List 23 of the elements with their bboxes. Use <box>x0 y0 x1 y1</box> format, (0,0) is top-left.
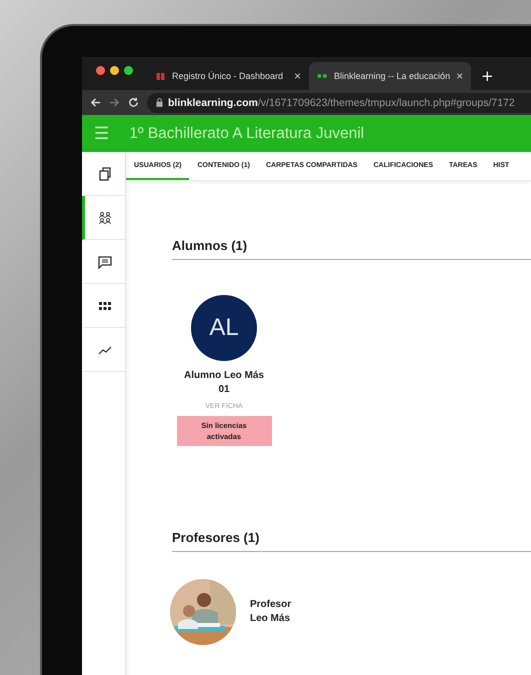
users-icon <box>98 210 112 224</box>
avatar: AL <box>191 295 257 361</box>
browser-tab[interactable]: Registro Único - Dashboard × <box>147 62 309 90</box>
copy-icon <box>98 166 112 180</box>
reload-icon[interactable] <box>128 97 139 108</box>
course-title: 1º Bachillerato A Literatura Juvenil <box>129 124 364 142</box>
minimize-window-icon[interactable] <box>110 66 119 75</box>
section-title: Alumnos (1) <box>172 238 531 260</box>
sidebar-item[interactable] <box>82 196 125 240</box>
address-bar[interactable]: blinklearning.com/v/1671709623/themes/tmpux/launch.php#groups/7172 <box>147 92 531 112</box>
teacher-name: Profesor Leo Más <box>250 598 292 626</box>
maximize-window-icon[interactable] <box>124 66 133 75</box>
browser-tab[interactable]: Blinklearning -- La educación × <box>309 62 471 90</box>
book-favicon-icon <box>155 71 166 81</box>
close-window-icon[interactable] <box>96 66 105 75</box>
back-icon[interactable] <box>90 97 101 108</box>
new-tab-button[interactable]: + <box>471 67 494 90</box>
forward-icon[interactable] <box>109 97 120 108</box>
student-name: Alumno Leo Más 01 <box>182 369 265 397</box>
section-title: Profesores (1) <box>172 530 531 552</box>
chat-icon <box>98 254 112 268</box>
dots-favicon-icon <box>317 71 328 81</box>
lock-icon <box>156 98 163 107</box>
